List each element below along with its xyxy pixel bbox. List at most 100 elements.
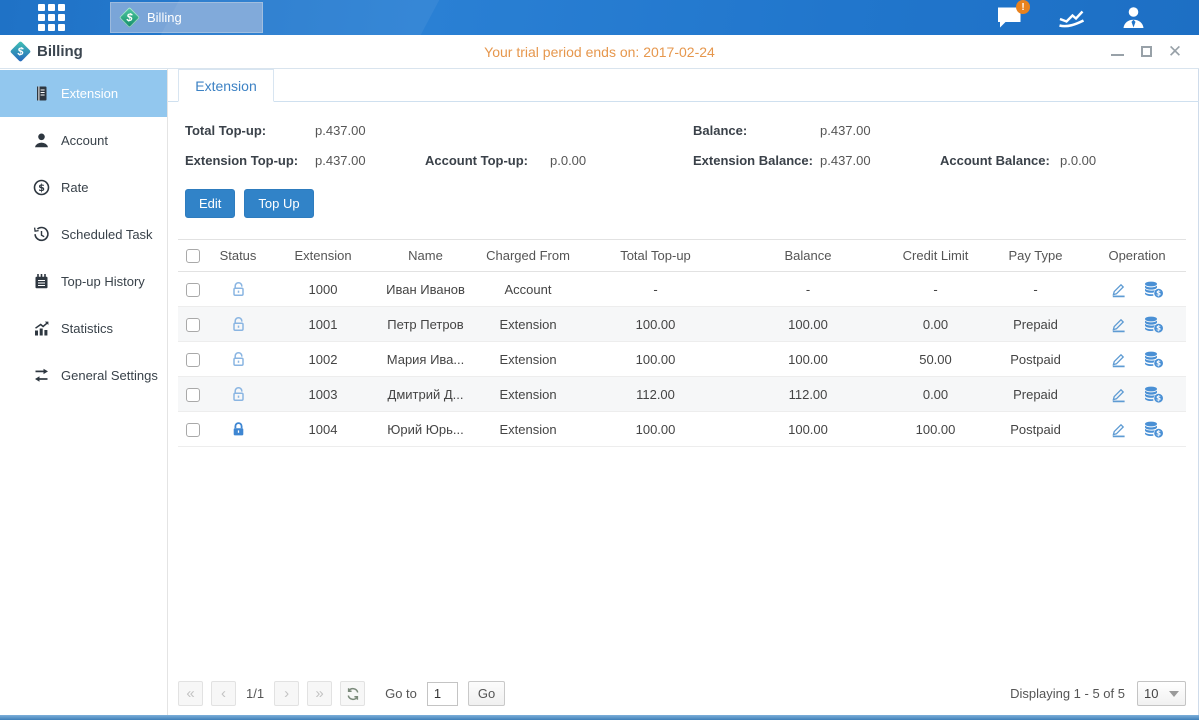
cell-charged-from: Extension	[473, 412, 583, 447]
cell-pay-type: Prepaid	[983, 307, 1088, 342]
row-checkbox[interactable]	[186, 318, 200, 332]
last-page-button[interactable]: »	[307, 681, 332, 706]
go-button[interactable]: Go	[468, 681, 505, 706]
status-locked-icon[interactable]	[230, 420, 247, 439]
status-unlocked-icon[interactable]	[230, 385, 247, 404]
select-all-checkbox[interactable]	[186, 249, 200, 263]
summary-value: p.437.00	[820, 123, 940, 138]
cell-pay-type: Prepaid	[983, 377, 1088, 412]
status-unlocked-icon[interactable]	[230, 280, 247, 299]
summary-label: Total Top-up:	[185, 123, 315, 138]
cell-name: Петр Петров	[378, 307, 473, 342]
cell-credit-limit: 100.00	[888, 412, 983, 447]
page-size-value: 10	[1144, 686, 1158, 701]
cell-total-topup: -	[583, 272, 728, 307]
pagination-bar: « ‹ 1/1 › » Go to Go Displaying 1 - 5 of…	[168, 681, 1199, 706]
edit-row-icon[interactable]	[1110, 351, 1127, 368]
window-title: Billing	[37, 43, 83, 60]
sidebar-item-label: Statistics	[61, 321, 113, 336]
billing-window-icon: $	[10, 41, 31, 62]
summary-label: Account Balance:	[940, 153, 1060, 168]
goto-page-input[interactable]	[427, 682, 458, 706]
notifications-icon[interactable]: !	[996, 6, 1023, 29]
edit-row-icon[interactable]	[1110, 386, 1127, 403]
reports-chart-icon[interactable]	[1057, 6, 1086, 30]
billing-app-icon: $	[119, 7, 140, 28]
operation-cell: $	[1088, 351, 1186, 368]
row-checkbox[interactable]	[186, 388, 200, 402]
maximize-button[interactable]	[1138, 44, 1154, 60]
sidebar-item-scheduled-task[interactable]: Scheduled Task	[0, 211, 167, 258]
page-size-select[interactable]: 10	[1137, 681, 1186, 706]
cell-charged-from: Account	[473, 272, 583, 307]
top-up-row-icon[interactable]: $	[1143, 351, 1164, 368]
status-unlocked-icon[interactable]	[230, 315, 247, 334]
extension-icon	[33, 85, 50, 102]
next-page-button[interactable]: ›	[274, 681, 299, 706]
edit-row-icon[interactable]	[1110, 421, 1127, 438]
cell-name: Дмитрий Д...	[378, 377, 473, 412]
cell-pay-type: Postpaid	[983, 412, 1088, 447]
statistics-icon	[33, 320, 50, 337]
row-checkbox[interactable]	[186, 353, 200, 367]
first-page-button[interactable]: «	[178, 681, 203, 706]
top-up-row-icon[interactable]: $	[1143, 281, 1164, 298]
column-header-status: Status	[208, 240, 268, 272]
cell-extension: 1001	[268, 307, 378, 342]
top-up-row-icon[interactable]: $	[1143, 421, 1164, 438]
goto-label: Go to	[385, 686, 417, 701]
column-header-operation: Operation	[1088, 240, 1186, 272]
table-row: 1000Иван ИвановAccount----$	[178, 272, 1186, 307]
cell-extension: 1002	[268, 342, 378, 377]
edit-button[interactable]: Edit	[185, 189, 235, 218]
cell-total-topup: 112.00	[583, 377, 728, 412]
column-header-credit-limit: Credit Limit	[888, 240, 983, 272]
rate-icon: $	[33, 179, 50, 196]
sidebar-item-rate[interactable]: $ Rate	[0, 164, 167, 211]
table-actions: Edit Top Up	[168, 175, 1199, 218]
cell-extension: 1003	[268, 377, 378, 412]
sidebar-item-label: Scheduled Task	[61, 227, 153, 242]
sidebar-item-extension[interactable]: Extension	[0, 70, 167, 117]
svg-text:$: $	[1156, 324, 1161, 332]
svg-text:$: $	[1156, 394, 1161, 402]
sidebar-item-account[interactable]: Account	[0, 117, 167, 164]
close-button[interactable]: ✕	[1167, 44, 1183, 60]
user-account-icon[interactable]	[1120, 5, 1147, 30]
cell-credit-limit: 0.00	[888, 307, 983, 342]
cell-charged-from: Extension	[473, 377, 583, 412]
svg-text:$: $	[1156, 289, 1161, 297]
sidebar-item-top-up-history[interactable]: Top-up History	[0, 258, 167, 305]
sidebar-item-label: General Settings	[61, 368, 158, 383]
sidebar: ExtensionAccount $ Rate Scheduled Task Top-u…	[0, 69, 168, 715]
sidebar-item-label: Top-up History	[61, 274, 145, 289]
sidebar-item-statistics[interactable]: Statistics	[0, 305, 167, 352]
edit-row-icon[interactable]	[1110, 281, 1127, 298]
row-checkbox[interactable]	[186, 423, 200, 437]
cell-total-topup: 100.00	[583, 342, 728, 377]
column-header-charged-from: Charged From	[473, 240, 583, 272]
sidebar-item-label: Rate	[61, 180, 88, 195]
summary-value: p.437.00	[820, 153, 940, 168]
prev-page-button[interactable]: ‹	[211, 681, 236, 706]
taskbar-tab-billing[interactable]: $ Billing	[110, 2, 263, 33]
top-up-row-icon[interactable]: $	[1143, 316, 1164, 333]
chevron-down-icon	[1169, 691, 1179, 697]
edit-row-icon[interactable]	[1110, 316, 1127, 333]
status-unlocked-icon[interactable]	[230, 350, 247, 369]
taskbar-tab-label: Billing	[147, 10, 182, 25]
summary-label: Extension Top-up:	[185, 153, 315, 168]
minimize-button[interactable]	[1109, 44, 1125, 60]
column-header-balance: Balance	[728, 240, 888, 272]
cell-pay-type: -	[983, 272, 1088, 307]
sidebar-item-general-settings[interactable]: General Settings	[0, 352, 167, 399]
top-up-button[interactable]: Top Up	[244, 189, 313, 218]
cell-balance: 100.00	[728, 307, 888, 342]
summary-value: p.0.00	[1060, 153, 1096, 168]
refresh-icon[interactable]	[340, 681, 365, 706]
svg-text:$: $	[38, 183, 45, 194]
top-up-row-icon[interactable]: $	[1143, 386, 1164, 403]
row-checkbox[interactable]	[186, 283, 200, 297]
tab-extension[interactable]: Extension	[178, 69, 274, 102]
app-grid-icon[interactable]	[36, 3, 66, 33]
